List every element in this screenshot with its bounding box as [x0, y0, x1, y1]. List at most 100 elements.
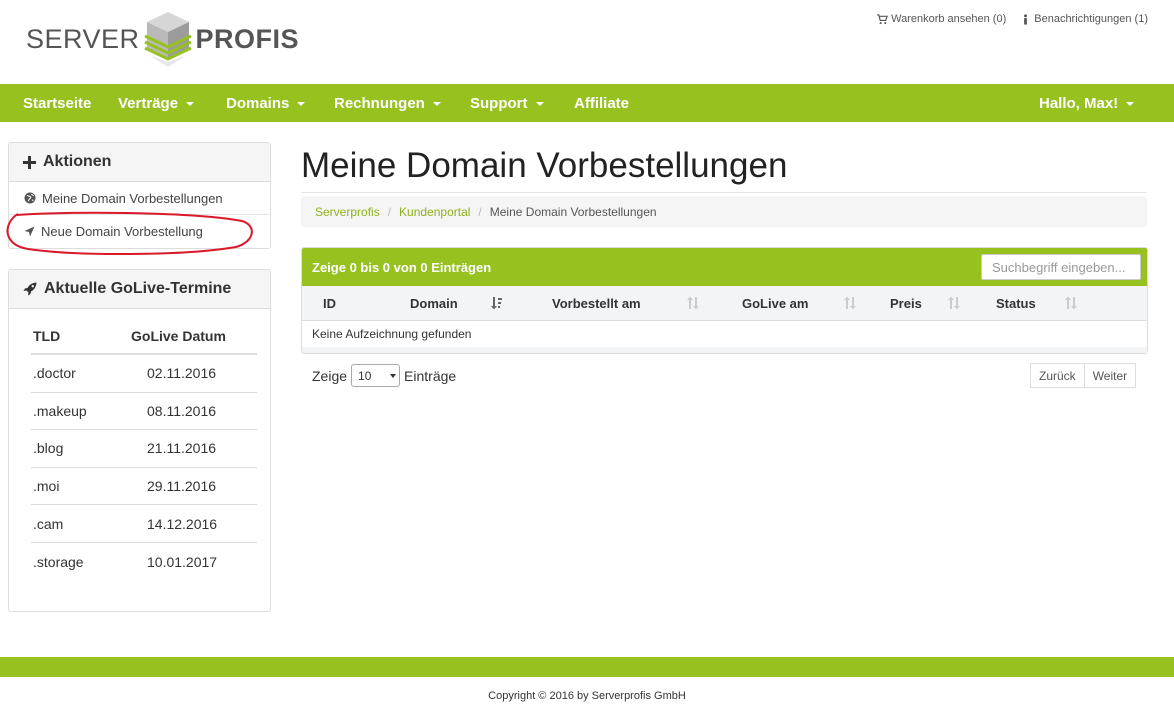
previous-page-button[interactable]: Zurück	[1030, 363, 1085, 388]
main-navbar: Startseite Verträge Domains Rechnungen S…	[0, 84, 1174, 122]
nav-item-domains[interactable]: Domains	[226, 84, 306, 122]
caret-down-icon	[297, 101, 306, 106]
actions-panel-title: Aktionen	[43, 153, 112, 170]
golive-panel: Aktuelle GoLive-Termine TLD GoLive Datum…	[8, 269, 271, 612]
sidebar-link-new-preorder[interactable]: Neue Domain Vorbestellung	[9, 215, 270, 248]
table-header-row: ID Domain Vorbestellt am GoLive am Preis…	[302, 286, 1147, 321]
column-header-status[interactable]: Status	[996, 286, 1036, 321]
page-length-control: Zeige 10 Einträge	[312, 364, 456, 387]
golive-row: .cam 14.12.2016	[31, 505, 257, 543]
column-header-tld: TLD	[33, 327, 61, 344]
user-greeting: Hallo, Max!	[1039, 94, 1119, 112]
breadcrumb-link-kundenportal[interactable]: Kundenportal	[399, 205, 470, 219]
search-input[interactable]	[981, 254, 1141, 280]
preorders-table-panel: Zeige 0 bis 0 von 0 Einträgen ID Domain …	[301, 247, 1148, 354]
date-cell: 10.01.2017	[147, 553, 218, 570]
column-header-preis[interactable]: Preis	[890, 286, 922, 321]
nav-item-support[interactable]: Support	[470, 84, 544, 122]
empty-table-message: Keine Aufzeichnung gefunden	[302, 321, 1147, 347]
golive-row: .doctor 02.11.2016	[31, 355, 257, 393]
tld-cell: .moi	[33, 478, 60, 495]
golive-table: TLD GoLive Datum .doctor 02.11.2016 .make…	[31, 318, 257, 581]
info-icon	[1024, 13, 1028, 25]
nav-item-rechnungen[interactable]: Rechnungen	[334, 84, 441, 122]
footer-copyright: Copyright © 2016 by Serverprofis GmbH	[488, 690, 686, 702]
nav-item-label: Verträge	[118, 94, 179, 112]
logo-cube-icon	[143, 12, 192, 67]
pagination: Zurück Weiter	[1030, 363, 1137, 388]
notifications-link-label: Benachrichtigungen (1)	[1034, 13, 1148, 25]
tld-cell: .doctor	[33, 365, 76, 382]
column-header-vorbestellt-am[interactable]: Vorbestellt am	[552, 286, 641, 321]
user-menu[interactable]: Hallo, Max!	[1039, 84, 1135, 122]
sidebar-link-label: Meine Domain Vorbestellungen	[42, 190, 223, 206]
page-length-suffix: Einträge	[404, 367, 457, 384]
sort-icon[interactable]	[1065, 296, 1077, 310]
nav-item-vertraege[interactable]: Verträge	[118, 84, 195, 122]
date-cell: 29.11.2016	[147, 478, 217, 495]
tld-cell: .cam	[33, 515, 64, 532]
cart-link-label: Warenkorb ansehen (0)	[891, 13, 1007, 25]
breadcrumb-link-serverprofis[interactable]: Serverprofis	[315, 205, 380, 219]
nav-item-label: Rechnungen	[334, 94, 425, 112]
location-arrow-icon	[24, 226, 35, 237]
sort-icon[interactable]	[948, 296, 960, 310]
caret-down-icon	[535, 101, 544, 106]
page-title: Meine Domain Vorbestellungen	[301, 146, 788, 185]
sort-ascending-icon[interactable]	[491, 296, 503, 310]
caret-down-icon	[432, 101, 441, 106]
table-panel-footer	[302, 347, 1147, 353]
date-cell: 08.11.2016	[147, 402, 217, 419]
sort-icon[interactable]	[687, 296, 699, 310]
column-header-golive-date: GoLive Datum	[131, 327, 226, 344]
tld-cell: .blog	[33, 440, 64, 457]
sidebar-link-label: Neue Domain Vorbestellung	[41, 224, 203, 239]
golive-row: .makeup 08.11.2016	[31, 393, 257, 431]
date-cell: 14.12.2016	[147, 515, 218, 532]
page-length-select[interactable]: 10	[351, 364, 401, 387]
date-cell: 21.11.2016	[147, 440, 217, 457]
golive-panel-title: Aktuelle GoLive-Termine	[44, 280, 232, 297]
sort-icon[interactable]	[844, 296, 856, 310]
golive-row: .storage 10.01.2017	[31, 543, 257, 581]
tld-cell: .makeup	[33, 402, 87, 419]
golive-row: .blog 21.11.2016	[31, 430, 257, 468]
breadcrumb-separator: /	[387, 204, 392, 219]
notifications-link[interactable]: Benachrichtigungen (1)	[1020, 13, 1148, 25]
actions-panel: Aktionen Meine Domain Vorbestellungen Ne…	[8, 142, 271, 249]
page-length-prefix: Zeige	[312, 367, 348, 384]
table-info: Zeige 0 bis 0 von 0 Einträgen	[312, 259, 492, 275]
column-header-id[interactable]: ID	[323, 286, 336, 321]
page-length-value: 10	[358, 368, 372, 383]
actions-panel-heading: Aktionen	[9, 143, 270, 182]
caret-down-icon	[186, 101, 195, 106]
logo[interactable]: SERVER PROFIS	[26, 8, 299, 70]
cart-icon	[877, 13, 889, 24]
title-divider	[301, 192, 1147, 193]
sidebar-link-my-preorders[interactable]: Meine Domain Vorbestellungen	[9, 182, 270, 215]
breadcrumb: Serverprofis / Kundenportal / Meine Doma…	[301, 196, 1147, 227]
next-page-button[interactable]: Weiter	[1084, 363, 1137, 388]
rocket-icon	[23, 282, 37, 296]
breadcrumb-current: Meine Domain Vorbestellungen	[489, 204, 657, 219]
footer-bar	[0, 657, 1174, 677]
nav-item-startseite[interactable]: Startseite	[23, 84, 91, 122]
nav-item-label: Startseite	[23, 94, 92, 112]
golive-panel-heading: Aktuelle GoLive-Termine	[9, 270, 270, 309]
golive-row: .moi 29.11.2016	[31, 468, 257, 506]
column-header-domain[interactable]: Domain	[410, 286, 458, 321]
column-header-golive-am[interactable]: GoLive am	[742, 286, 808, 321]
table-panel-header: Zeige 0 bis 0 von 0 Einträgen	[302, 248, 1147, 286]
caret-down-icon	[1126, 101, 1135, 106]
logo-text-server: SERVER	[26, 23, 140, 54]
site-header: SERVER PROFIS Warenkorb ansehen (0) Bena…	[0, 0, 1174, 84]
select-arrow-icon	[390, 373, 397, 378]
nav-item-label: Affiliate	[574, 94, 630, 112]
tld-cell: .storage	[33, 553, 84, 570]
nav-item-affiliate[interactable]: Affiliate	[574, 84, 629, 122]
cart-link[interactable]: Warenkorb ansehen (0)	[877, 13, 1006, 25]
breadcrumb-separator: /	[478, 204, 482, 219]
golive-table-header: TLD GoLive Datum	[31, 318, 257, 355]
globe-icon	[24, 192, 36, 204]
nav-item-label: Support	[470, 94, 528, 112]
